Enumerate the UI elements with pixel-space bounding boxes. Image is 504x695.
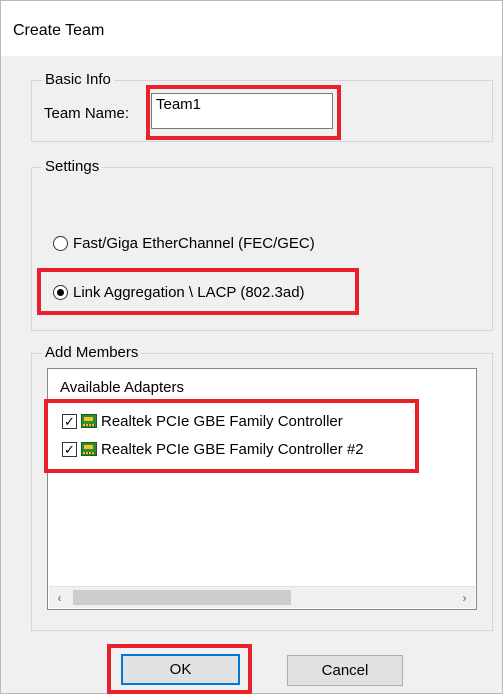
horizontal-scrollbar[interactable]: ‹ › bbox=[49, 586, 475, 608]
scroll-left-icon[interactable]: ‹ bbox=[49, 587, 70, 608]
cancel-button-label: Cancel bbox=[321, 662, 369, 679]
dialog-title: Create Team bbox=[13, 22, 105, 39]
scroll-thumb[interactable] bbox=[73, 590, 291, 605]
available-adapters-header: Available Adapters bbox=[60, 379, 184, 396]
adapters-highlight bbox=[44, 399, 419, 473]
scroll-right-icon[interactable]: › bbox=[454, 587, 475, 608]
team-name-label: Team Name: bbox=[44, 105, 130, 122]
fec-gec-radio-circle[interactable] bbox=[53, 236, 68, 251]
title-bar: Create Team bbox=[1, 1, 502, 56]
basic-info-legend: Basic Info bbox=[42, 71, 114, 89]
ok-highlight bbox=[107, 644, 252, 694]
lacp-highlight bbox=[37, 268, 359, 315]
fec-gec-radio-label: Fast/Giga EtherChannel (FEC/GEC) bbox=[73, 235, 315, 252]
fec-gec-radio[interactable]: Fast/Giga EtherChannel (FEC/GEC) bbox=[53, 235, 315, 252]
cancel-button[interactable]: Cancel bbox=[287, 655, 403, 686]
add-members-legend: Add Members bbox=[42, 344, 142, 362]
team-name-highlight bbox=[146, 85, 341, 140]
create-team-dialog: Create Team Basic Info Team Name: Team1 … bbox=[0, 0, 503, 694]
settings-legend: Settings bbox=[42, 158, 103, 176]
